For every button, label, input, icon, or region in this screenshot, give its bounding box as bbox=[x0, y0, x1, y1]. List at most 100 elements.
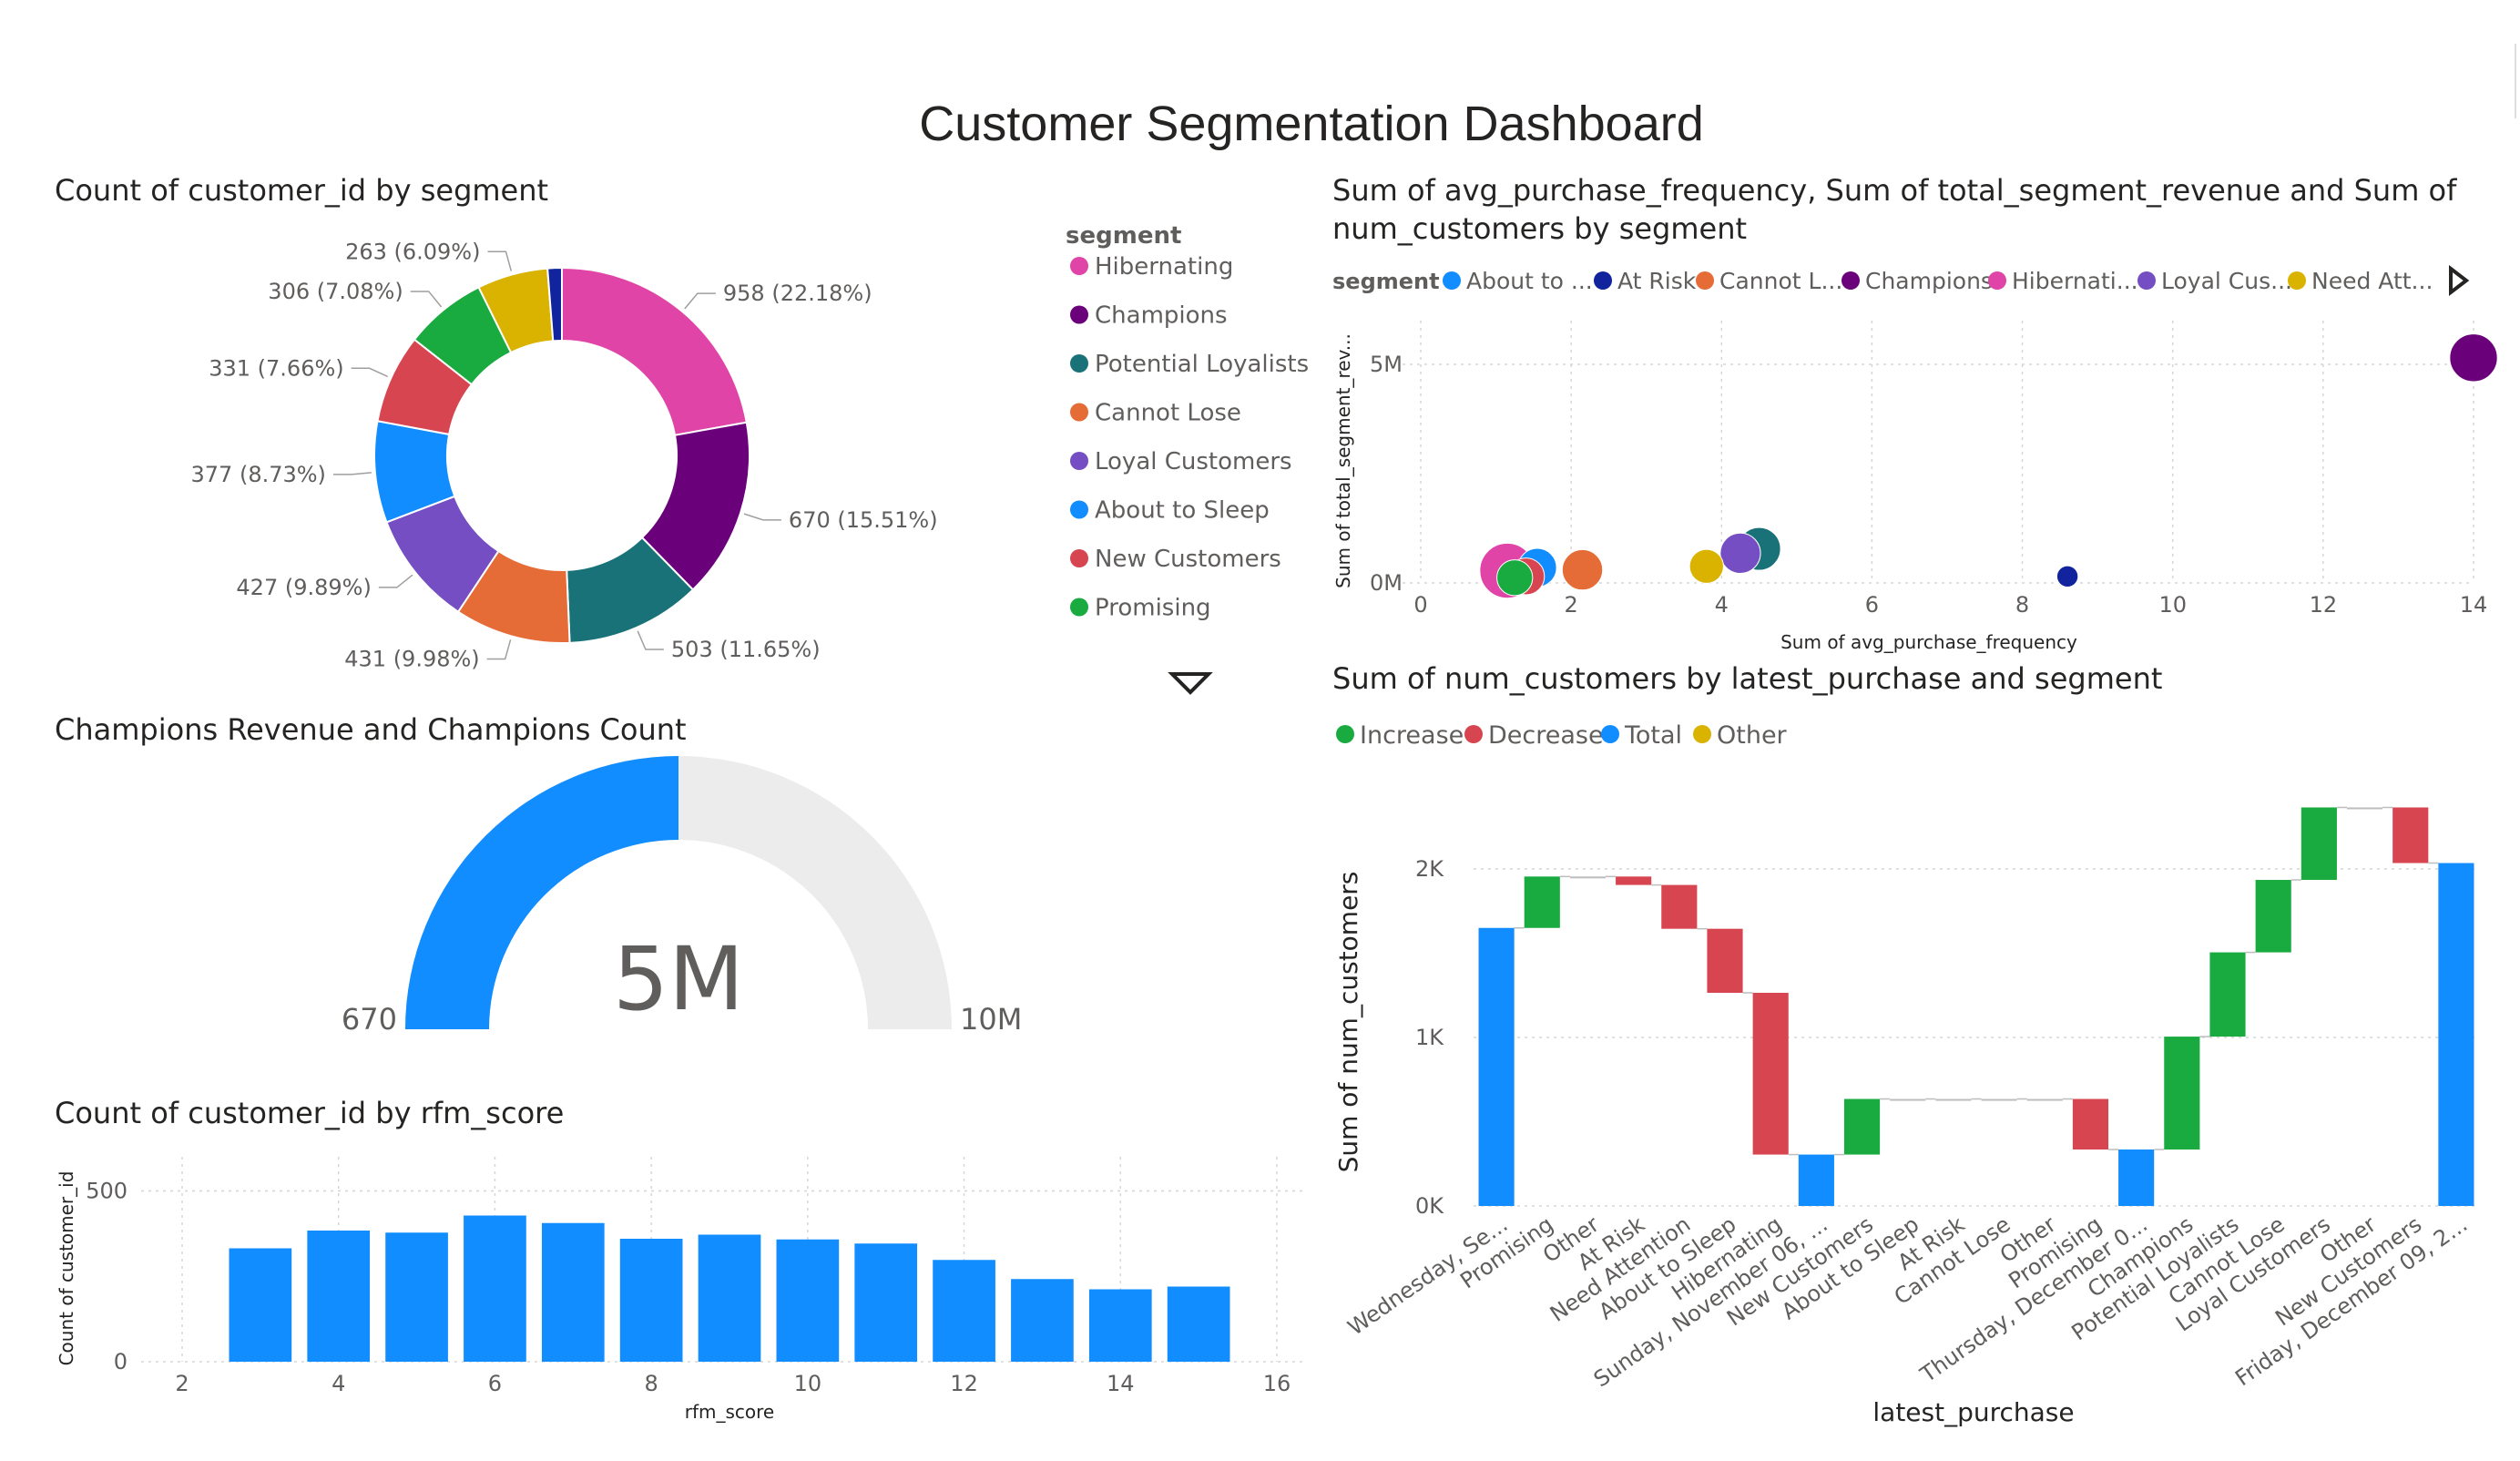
waterfall-bar[interactable] bbox=[1752, 992, 1789, 1155]
bar[interactable] bbox=[307, 1231, 371, 1362]
bar-x-tick: 8 bbox=[645, 1371, 658, 1396]
waterfall-legend-item[interactable]: Increase bbox=[1336, 721, 1464, 750]
bar[interactable] bbox=[1167, 1286, 1230, 1363]
waterfall-bar[interactable] bbox=[1843, 1098, 1881, 1155]
scatter-legend-item[interactable]: At Risk bbox=[1594, 268, 1697, 294]
waterfall-bar[interactable] bbox=[1661, 884, 1698, 929]
legend-marker bbox=[1070, 257, 1088, 275]
waterfall-bar[interactable] bbox=[2026, 1098, 2063, 1101]
waterfall-bar[interactable] bbox=[1478, 927, 1515, 1206]
scatter-gridlines bbox=[1403, 321, 2474, 584]
waterfall-legend-item[interactable]: Other bbox=[1693, 721, 1788, 750]
rfm-bar-visual[interactable]: Count of customer_id by rfm_score 2 4 6 8 10… bbox=[55, 1096, 1302, 1423]
waterfall-bar[interactable] bbox=[1890, 1098, 1926, 1101]
donut-leader-line bbox=[410, 291, 443, 308]
waterfall-bar[interactable] bbox=[1707, 928, 1743, 993]
donut-data-label: 670 (15.51%) bbox=[789, 507, 938, 533]
bar[interactable] bbox=[1088, 1289, 1152, 1363]
donut-legend-item[interactable]: New Customers bbox=[1070, 546, 1281, 573]
scatter-point[interactable] bbox=[1496, 559, 1534, 597]
waterfall-bar[interactable] bbox=[1798, 1154, 1834, 1206]
waterfall-bar[interactable] bbox=[1935, 1098, 1972, 1101]
scatter-point[interactable] bbox=[2449, 333, 2498, 383]
bar[interactable] bbox=[385, 1232, 448, 1362]
gauge-min-label: 670 bbox=[342, 1002, 397, 1037]
legend-label: Decrease bbox=[1488, 721, 1604, 750]
bar[interactable] bbox=[698, 1234, 761, 1363]
bar[interactable] bbox=[1011, 1279, 1074, 1362]
chevron-down-icon[interactable] bbox=[1168, 672, 1213, 695]
waterfall-bar[interactable] bbox=[1569, 876, 1607, 879]
waterfall-bar[interactable] bbox=[2438, 863, 2474, 1206]
donut-legend-item[interactable]: Loyal Customers bbox=[1070, 448, 1292, 475]
bar[interactable] bbox=[541, 1222, 605, 1362]
waterfall-bar[interactable] bbox=[2118, 1149, 2155, 1206]
scatter-legend-item[interactable]: Need Att... bbox=[2288, 268, 2433, 294]
scatter-point[interactable] bbox=[1561, 548, 1604, 591]
waterfall-bar[interactable] bbox=[2209, 952, 2246, 1037]
scatter-title-line2: num_customers by segment bbox=[1332, 211, 1747, 246]
waterfall-y-tick: 2K bbox=[1415, 856, 1444, 882]
waterfall-bar[interactable] bbox=[2301, 807, 2337, 881]
scatter-legend-item[interactable]: Cannot L... bbox=[1696, 268, 1842, 294]
legend-marker bbox=[1070, 500, 1088, 519]
scatter-legend-item[interactable]: Champions bbox=[1842, 268, 1993, 294]
donut-data-label: 431 (9.98%) bbox=[344, 646, 479, 671]
scatter-x-tick: 2 bbox=[1565, 592, 1578, 618]
scatter-x-tick: 6 bbox=[1865, 592, 1879, 618]
bar-x-tick: 2 bbox=[175, 1371, 189, 1396]
legend-label: Cannot L... bbox=[1719, 268, 1842, 294]
donut-slice[interactable] bbox=[561, 266, 748, 436]
legend-marker bbox=[1070, 403, 1088, 422]
bar[interactable] bbox=[933, 1260, 995, 1362]
scatter-point[interactable] bbox=[1719, 532, 1761, 574]
donut-legend-item[interactable]: About to Sleep bbox=[1070, 497, 1270, 525]
waterfall-bar[interactable] bbox=[1524, 876, 1560, 928]
scatter-x-tick: 4 bbox=[1715, 592, 1729, 618]
bar-y-tick: 0 bbox=[114, 1349, 128, 1374]
waterfall-title: Sum of num_customers by latest_purchase … bbox=[1332, 661, 2162, 696]
bar-x-tick: 10 bbox=[794, 1371, 822, 1396]
bar[interactable] bbox=[229, 1248, 292, 1363]
waterfall-bar[interactable] bbox=[1616, 876, 1652, 885]
waterfall-bar[interactable] bbox=[2255, 880, 2291, 953]
legend-label: Hibernati... bbox=[2012, 268, 2138, 294]
donut-visual[interactable]: Count of customer_id by segment 958 (22.… bbox=[55, 173, 1309, 695]
donut-legend-item[interactable]: Potential Loyalists bbox=[1070, 351, 1309, 378]
bar[interactable] bbox=[776, 1239, 840, 1362]
scatter-point[interactable] bbox=[2056, 565, 2079, 587]
waterfall-visual[interactable]: Sum of num_customers by latest_purchase … bbox=[1332, 661, 2479, 1427]
scatter-title-line1: Sum of avg_purchase_frequency, Sum of to… bbox=[1332, 173, 2457, 208]
waterfall-legend-item[interactable]: Total bbox=[1601, 721, 1682, 750]
donut-legend-item[interactable]: Promising bbox=[1070, 595, 1211, 622]
scatter-point[interactable] bbox=[1689, 548, 1724, 584]
donut-data-label: 958 (22.18%) bbox=[723, 281, 872, 306]
legend-marker bbox=[1842, 271, 1860, 290]
chevron-right-icon[interactable] bbox=[2449, 264, 2470, 297]
scatter-visual[interactable]: Sum of avg_purchase_frequency, Sum of to… bbox=[1332, 173, 2498, 653]
bar-x-tick: 4 bbox=[332, 1371, 345, 1396]
bar[interactable] bbox=[619, 1239, 683, 1362]
bar[interactable] bbox=[854, 1243, 918, 1362]
gauge-visual[interactable]: Champions Revenue and Champions Count 5M… bbox=[55, 712, 1022, 1037]
legend-label: Loyal Customers bbox=[1095, 448, 1292, 475]
waterfall-bar[interactable] bbox=[2164, 1037, 2200, 1150]
gauge-value: 5M bbox=[613, 928, 744, 1030]
waterfall-bar[interactable] bbox=[1981, 1098, 2017, 1101]
waterfall-legend-item[interactable]: Decrease bbox=[1464, 721, 1604, 750]
bar[interactable] bbox=[464, 1215, 526, 1363]
legend-marker bbox=[1693, 725, 1711, 743]
waterfall-bar[interactable] bbox=[2346, 807, 2383, 810]
scatter-legend-item[interactable]: Hibernati... bbox=[1988, 268, 2138, 294]
donut-data-label: 263 (6.09%) bbox=[345, 239, 480, 264]
donut-legend-item[interactable]: Cannot Lose bbox=[1070, 400, 1241, 427]
donut-legend-item[interactable]: Hibernating bbox=[1070, 253, 1233, 281]
waterfall-bar[interactable] bbox=[2392, 807, 2429, 863]
waterfall-bar[interactable] bbox=[2072, 1098, 2109, 1150]
legend-marker bbox=[1696, 271, 1714, 290]
donut-legend-item[interactable]: Champions bbox=[1070, 302, 1228, 330]
legend-marker bbox=[1464, 725, 1483, 743]
scatter-legend-item[interactable]: Loyal Cus... bbox=[2137, 268, 2292, 294]
scatter-legend-item[interactable]: About to ... bbox=[1443, 268, 1593, 294]
bar-y-axis-title: Count of customer_id bbox=[56, 1171, 77, 1366]
